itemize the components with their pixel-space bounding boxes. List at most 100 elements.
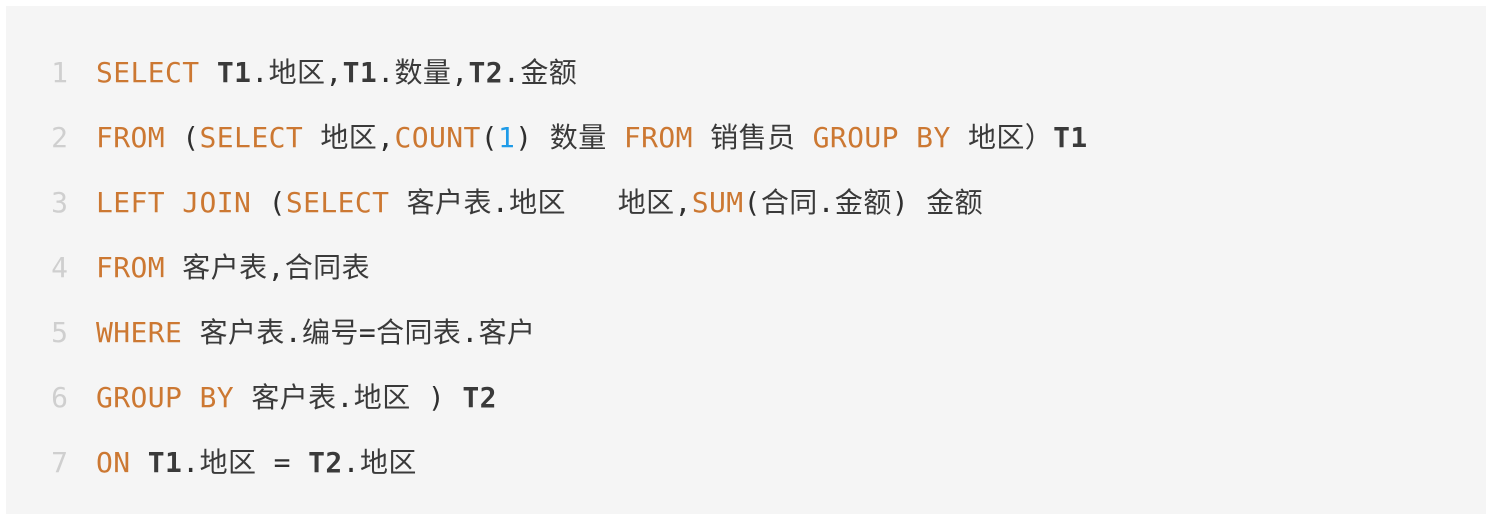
code-token-cjk: 地区 bbox=[320, 121, 378, 154]
line-number: 1 bbox=[51, 56, 68, 89]
code-token-punct: ( bbox=[251, 186, 286, 219]
code-token-cjk: 客户 bbox=[478, 316, 536, 349]
code-token-punct: . bbox=[182, 446, 200, 479]
code-token-punct: ( bbox=[480, 121, 498, 154]
code-token-punct: . bbox=[503, 56, 521, 89]
code-token-punct: ) bbox=[891, 186, 909, 219]
code-token-kw: LEFT JOIN bbox=[96, 186, 252, 219]
code-token-punct: . bbox=[817, 186, 835, 219]
code-line-text[interactable]: ON T1.地区 = T2.地区 bbox=[68, 430, 417, 495]
code-token-punct: ( bbox=[743, 186, 761, 219]
code-token-cjk: 客户表 bbox=[406, 186, 492, 219]
line-number: 6 bbox=[51, 381, 68, 414]
code-token-ident: T1 bbox=[342, 56, 378, 89]
code-token-cjk: 客户表 bbox=[182, 251, 268, 284]
code-token-kw: FROM bbox=[623, 121, 693, 154]
code-token-punct: , bbox=[674, 186, 692, 219]
code-line[interactable]: 2 FROM (SELECT 地区,COUNT(1) 数量 FROM 销售员 GR… bbox=[6, 105, 1486, 170]
code-token-punct: . bbox=[336, 381, 354, 414]
code-line[interactable]: 5 WHERE 客户表.编号=合同表.客户 bbox=[6, 300, 1486, 365]
code-line-text[interactable]: FROM 客户表,合同表 bbox=[68, 235, 370, 300]
code-token-cjk: 数量 bbox=[394, 56, 452, 89]
code-token-ident: T1 bbox=[147, 446, 183, 479]
code-token-kw: SELECT bbox=[285, 186, 390, 219]
code-line[interactable]: 4 FROM 客户表,合同表 bbox=[6, 235, 1486, 300]
code-token-punct: ) bbox=[515, 121, 533, 154]
code-line-text[interactable]: GROUP BY 客户表.地区 ) T2 bbox=[68, 365, 497, 430]
code-token-cjk: 地区 bbox=[509, 186, 566, 219]
code-token-kw: GROUP BY bbox=[812, 121, 951, 154]
code-token-kw: FROM bbox=[96, 251, 166, 284]
code-line[interactable]: 6 GROUP BY 客户表.地区 ) T2 bbox=[6, 365, 1486, 430]
line-number: 2 bbox=[51, 121, 68, 154]
code-line-text[interactable]: SELECT T1.地区,T1.数量,T2.金额 bbox=[68, 40, 577, 105]
code-token-cjk: 编号 bbox=[302, 316, 359, 349]
sql-code-block[interactable]: 1 SELECT T1.地区,T1.数量,T2.金额 2 FROM (SELECT 地… bbox=[6, 6, 1486, 514]
code-lines-container: 1 SELECT T1.地区,T1.数量,T2.金额 2 FROM (SELECT 地… bbox=[6, 6, 1486, 495]
code-token-cjk: 地区 bbox=[353, 381, 411, 414]
code-token-ident: T1 bbox=[1053, 121, 1088, 154]
code-token-kw: SUM bbox=[691, 186, 744, 219]
code-token-cjk: 地区 bbox=[617, 186, 675, 219]
code-token-punct: = bbox=[358, 316, 377, 349]
code-token-punct: , bbox=[325, 56, 343, 89]
code-line-text[interactable]: FROM (SELECT 地区,COUNT(1) 数量 FROM 销售员 GRO… bbox=[68, 105, 1088, 170]
code-token-punct: ) bbox=[410, 381, 463, 414]
line-number: 7 bbox=[51, 446, 68, 479]
line-number: 5 bbox=[51, 316, 68, 349]
code-token-cjk: 地区 bbox=[268, 56, 326, 89]
code-token-kw: ON bbox=[96, 446, 131, 479]
code-token-cjk: 金额 bbox=[834, 186, 892, 219]
line-number: 3 bbox=[51, 186, 68, 219]
code-token-punct: . bbox=[377, 56, 395, 89]
code-token-ident: T2 bbox=[308, 446, 343, 479]
code-token-kw: FROM bbox=[96, 121, 166, 154]
code-line-text[interactable]: LEFT JOIN (SELECT 客户表.地区 地区,SUM(合同.金额) 金… bbox=[68, 170, 983, 235]
code-line[interactable]: 3 LEFT JOIN (SELECT 客户表.地区 地区,SUM(合同.金额) … bbox=[6, 170, 1486, 235]
code-token-punct: , bbox=[377, 121, 395, 154]
code-token-punct: . bbox=[251, 56, 269, 89]
code-token-cjk: 金额 bbox=[926, 186, 984, 219]
code-token-kw: SELECT bbox=[199, 121, 304, 154]
code-token-punct: , bbox=[267, 251, 285, 284]
code-token-punct: ( bbox=[165, 121, 200, 154]
code-token-cjk: 客户表 bbox=[251, 381, 337, 414]
code-token-cjk: 客户表 bbox=[199, 316, 285, 349]
code-token-cjk: 地区 bbox=[199, 446, 257, 479]
code-token-cjk: 销售员 bbox=[710, 121, 796, 154]
code-token-punct: . bbox=[461, 316, 479, 349]
code-token-ident: T2 bbox=[462, 381, 497, 414]
code-token-punct: = bbox=[256, 446, 309, 479]
code-token-punct: , bbox=[451, 56, 469, 89]
line-number: 4 bbox=[51, 251, 68, 284]
code-token-punct: . bbox=[342, 446, 360, 479]
code-line-text[interactable]: WHERE 客户表.编号=合同表.客户 bbox=[68, 300, 535, 365]
code-token-ident: T1 bbox=[216, 56, 252, 89]
code-token-cjk: 地区） bbox=[967, 121, 1054, 154]
code-token-kw: GROUP BY bbox=[96, 381, 235, 414]
code-token-cjk: 合同表 bbox=[376, 316, 462, 349]
code-token-ident: T2 bbox=[468, 56, 504, 89]
code-token-kw: SELECT bbox=[96, 56, 200, 89]
code-token-cjk: 数量 bbox=[549, 121, 607, 154]
code-token-kw: WHERE bbox=[96, 316, 183, 349]
code-line[interactable]: 1 SELECT T1.地区,T1.数量,T2.金额 bbox=[6, 40, 1486, 105]
code-line[interactable]: 7 ON T1.地区 = T2.地区 bbox=[6, 430, 1486, 495]
code-token-kw: COUNT bbox=[394, 121, 481, 154]
code-token-cjk: 合同 bbox=[760, 186, 818, 219]
code-token-cjk: 金额 bbox=[520, 56, 578, 89]
